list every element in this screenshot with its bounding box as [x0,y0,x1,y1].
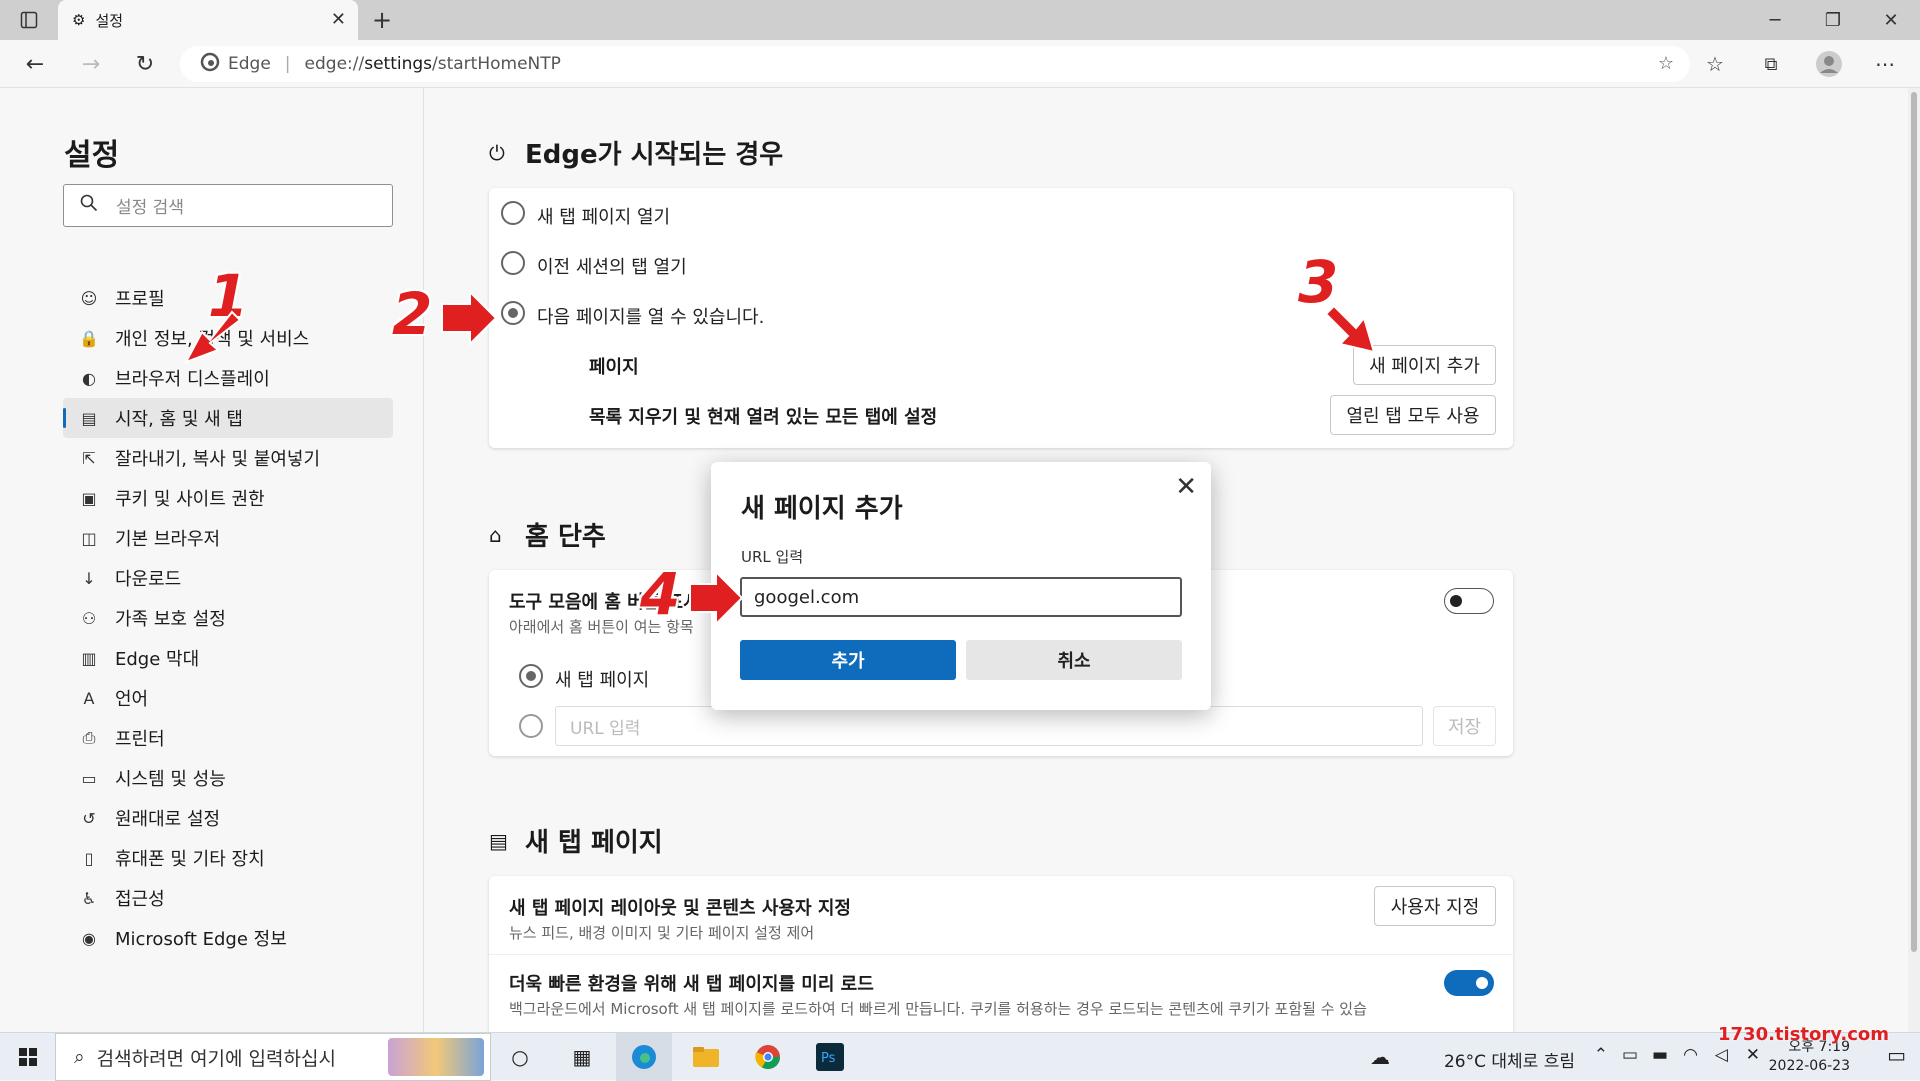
clock-date[interactable]: 2022-06-23 [1769,1058,1850,1074]
task-view-icon[interactable]: ○ [492,1033,548,1081]
notification-icon[interactable]: ▭ [1887,1043,1906,1067]
windows-start-icon[interactable] [0,1033,56,1081]
annotation-arrow-2 [441,289,498,347]
watermark: 1730.tistory.com [1718,1024,1889,1045]
annotation-arrow-1 [183,310,242,364]
annotation-arrow-4 [689,569,744,627]
file-explorer-icon[interactable] [678,1033,734,1081]
taskbar-search-placeholder: 검색하려면 여기에 입력하십시 [96,1047,336,1070]
annotation-arrows [183,289,1376,627]
battery-icon[interactable]: ▬ [1652,1045,1668,1065]
taskbar-search-input[interactable]: ⌕ 검색하려면 여기에 입력하십시 [55,1033,491,1081]
photoshop-icon[interactable]: Ps [802,1033,858,1081]
svg-text:Ps: Ps [821,1051,836,1066]
volume-icon[interactable]: ◁ [1715,1045,1728,1065]
chrome-icon[interactable] [740,1033,796,1081]
search-icon: ⌕ [74,1046,85,1068]
edge-taskbar-icon[interactable] [616,1033,672,1081]
taskbar: ⌕ 검색하려면 여기에 입력하십시 ○ ▦ Ps ☁ 26°C 대체로 흐림 ⌃… [0,1032,1920,1081]
search-highlight-image [388,1038,484,1076]
chevron-up-icon[interactable]: ⌃ [1594,1045,1608,1065]
wifi-icon[interactable]: ◠ [1683,1045,1698,1065]
widgets-icon[interactable]: ▦ [554,1033,610,1081]
weather-text: 26°C 대체로 흐림 [1443,1052,1575,1072]
weather-icon: ☁ [1370,1045,1390,1069]
ime-icon[interactable]: ✕ [1746,1045,1760,1065]
annotation-arrow-3 [1324,304,1376,354]
meet-icon[interactable]: ▭ [1622,1045,1638,1065]
